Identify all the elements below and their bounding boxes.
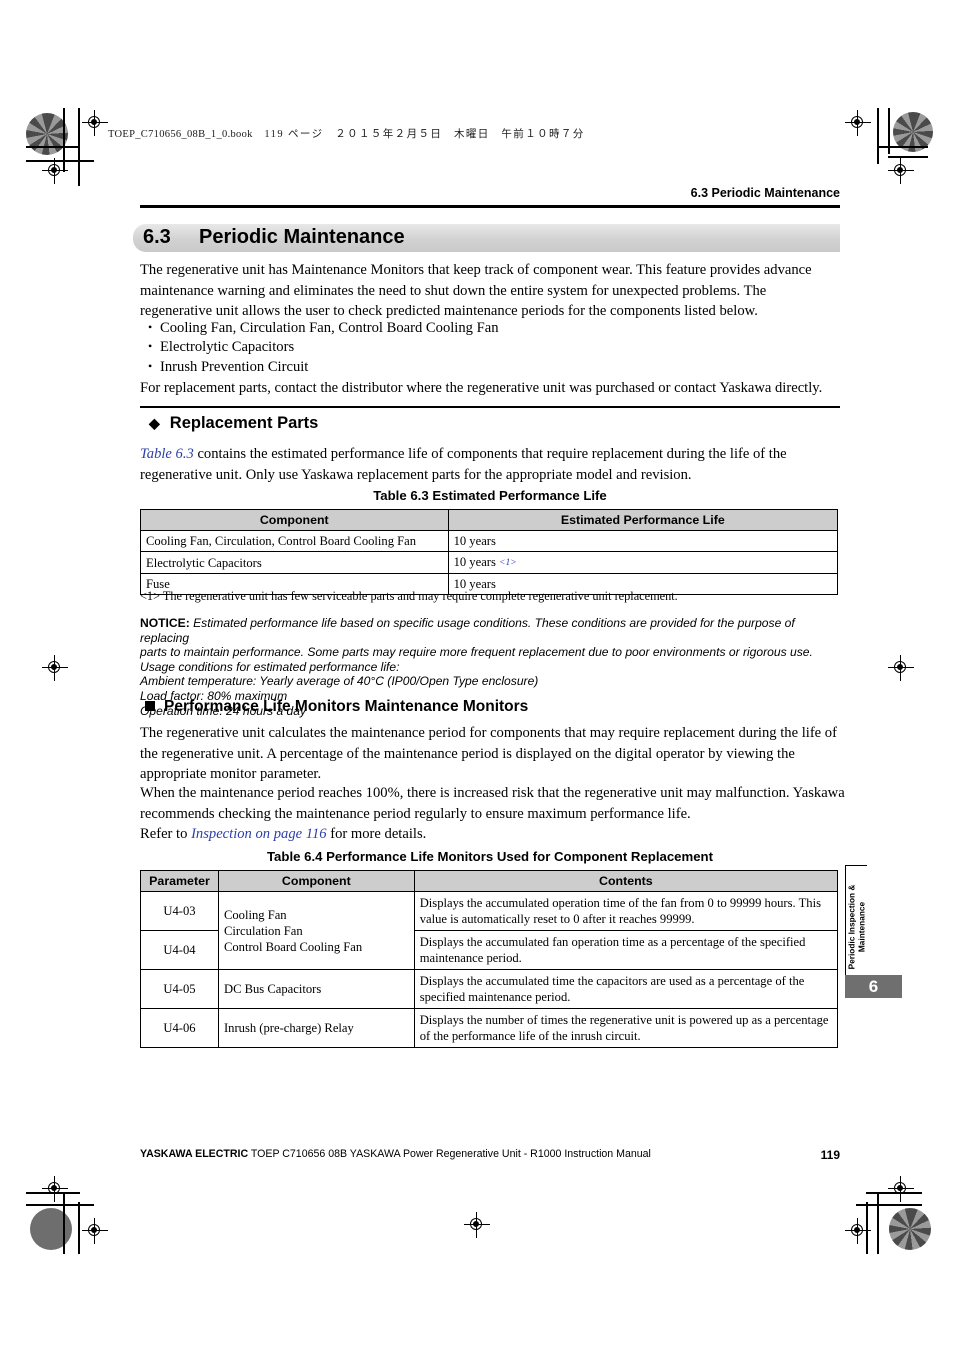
cell-component: Cooling Fan, Circulation, Control Board … <box>140 530 449 552</box>
replacement-parts-intro-rest: contains the estimated performance life … <box>140 446 787 483</box>
cell-contents: Displays the accumulated fan operation t… <box>413 930 839 970</box>
table-header-row: Component Estimated Performance Life <box>140 509 839 531</box>
cell-component: Cooling Fan Circulation Fan Control Boar… <box>217 891 415 970</box>
heading-rule <box>140 406 840 408</box>
list-item: Inrush Prevention Circuit <box>146 357 836 377</box>
section-closing-paragraph: For replacement parts, contact the distr… <box>140 380 823 396</box>
square-bullet-icon <box>145 701 155 711</box>
section-banner: 6.3 Periodic Maintenance <box>133 224 840 252</box>
table-header-row: Parameter Component Contents <box>140 870 839 892</box>
header-rule <box>140 205 840 208</box>
notice-line-4: Ambient temperature: Yearly average of 4… <box>140 674 539 689</box>
cell-parameter: U4-05 <box>140 969 219 1009</box>
monitors-paragraph-1: The regenerative unit calculates the mai… <box>140 725 837 783</box>
notice-line-2: parts to maintain performance. Some part… <box>140 645 813 660</box>
footer-text: TOEP C710656 08B YASKAWA Power Regenerat… <box>248 1148 651 1160</box>
cell-life: 10 years <1> <box>447 551 839 574</box>
table-performance-life-monitors: Parameter Component Contents U4-03 Cooli… <box>140 870 839 1048</box>
table-63-caption: Table 6.3 Estimated Performance Life <box>373 488 607 503</box>
side-tab-label-line1: Periodic Inspection & <box>846 884 856 970</box>
heading-performance-life-monitors: Performance Life Monitors Maintenance Mo… <box>145 698 528 716</box>
monitors-paragraph-2: When the maintenance period reaches 100%… <box>140 785 845 822</box>
notice-text-1: Estimated performance life based on spec… <box>140 616 795 645</box>
table-estimated-performance-life: Component Estimated Performance Life Coo… <box>140 509 839 595</box>
refer-prefix: Refer to <box>140 826 192 842</box>
column-header-contents: Contents <box>413 870 839 892</box>
cell-life-value: 10 years <box>453 555 496 569</box>
column-header-estimated-life: Estimated Performance Life <box>447 509 839 531</box>
replacement-parts-intro: Table 6.3 contains the estimated perform… <box>140 444 844 485</box>
footnote-marker[interactable]: <1> <box>499 558 517 568</box>
inspection-crossref-link[interactable]: Inspection on page 116 <box>191 826 327 842</box>
column-header-component: Component <box>140 509 449 531</box>
cell-parameter: U4-04 <box>140 930 219 970</box>
monitors-refer-line: Refer to Inspection on page 116 for more… <box>140 824 840 845</box>
chapter-number-box: 6 <box>845 975 902 998</box>
cell-life-value: 10 years <box>453 534 496 548</box>
section-title: Periodic Maintenance <box>199 226 405 248</box>
notice-line-1: NOTICE: Estimated performance life based… <box>140 616 842 645</box>
page-content: 6.3 Periodic Maintenance 6.3 Periodic Ma… <box>0 0 954 1351</box>
cell-life: 10 years <box>447 530 839 552</box>
cell-component: Electrolytic Capacitors <box>140 551 449 574</box>
section-number: 6.3 <box>143 226 171 248</box>
diamond-bullet-icon: ◆ <box>149 415 160 431</box>
table-63-crossref-link[interactable]: Table 6.3 <box>140 446 194 462</box>
table-row: U4-03 Cooling Fan Circulation Fan Contro… <box>140 891 839 970</box>
list-item: Electrolytic Capacitors <box>146 337 836 357</box>
cell-component: DC Bus Capacitors <box>217 969 415 1009</box>
footer-page-number: 119 <box>820 1148 840 1162</box>
table-row: Electrolytic Capacitors 10 years <1> <box>140 551 839 574</box>
table-64-caption: Table 6.4 Performance Life Monitors Used… <box>266 849 714 864</box>
heading-replacement-parts-label: Replacement Parts <box>169 414 319 432</box>
footer-brand: YASKAWA ELECTRIC <box>140 1148 249 1160</box>
running-head: 6.3 Periodic Maintenance <box>690 186 840 200</box>
cell-contents: Displays the accumulated operation time … <box>413 891 839 931</box>
notice-label: NOTICE: <box>140 616 190 630</box>
side-tab-label-line2: Maintenance <box>855 901 866 953</box>
heading-performance-life-monitors-label: Performance Life Monitors Maintenance Mo… <box>164 698 529 715</box>
section-intro-paragraph: The regenerative unit has Maintenance Mo… <box>140 262 812 320</box>
refer-suffix: for more details. <box>326 826 427 842</box>
list-item: Cooling Fan, Circulation Fan, Control Bo… <box>146 318 836 338</box>
table-row: U4-06 Inrush (pre-charge) Relay Displays… <box>140 1008 839 1048</box>
footnote-1: <1> The regenerative unit has few servic… <box>140 589 678 603</box>
table-row: U4-05 DC Bus Capacitors Displays the acc… <box>140 969 839 1009</box>
side-tab-label: Periodic Inspection & Maintenance <box>846 884 866 970</box>
notice-line-3: Usage conditions for estimated performan… <box>140 659 400 674</box>
cell-parameter: U4-06 <box>140 1008 219 1048</box>
heading-replacement-parts: ◆ Replacement Parts <box>149 414 318 433</box>
cell-contents: Displays the accumulated time the capaci… <box>413 969 839 1009</box>
component-bullet-list: Cooling Fan, Circulation Fan, Control Bo… <box>146 318 836 377</box>
page-footer: YASKAWA ELECTRIC TOEP C710656 08B YASKAW… <box>140 1148 840 1162</box>
cell-component: Inrush (pre-charge) Relay <box>217 1008 415 1048</box>
column-header-parameter: Parameter <box>140 870 219 892</box>
side-tab-chapter-marker: Periodic Inspection & Maintenance <box>845 865 867 989</box>
cell-contents: Displays the number of times the regener… <box>413 1008 839 1048</box>
column-header-component: Component <box>217 870 415 892</box>
table-row: Cooling Fan, Circulation, Control Board … <box>140 530 839 552</box>
cell-parameter: U4-03 <box>140 891 219 931</box>
